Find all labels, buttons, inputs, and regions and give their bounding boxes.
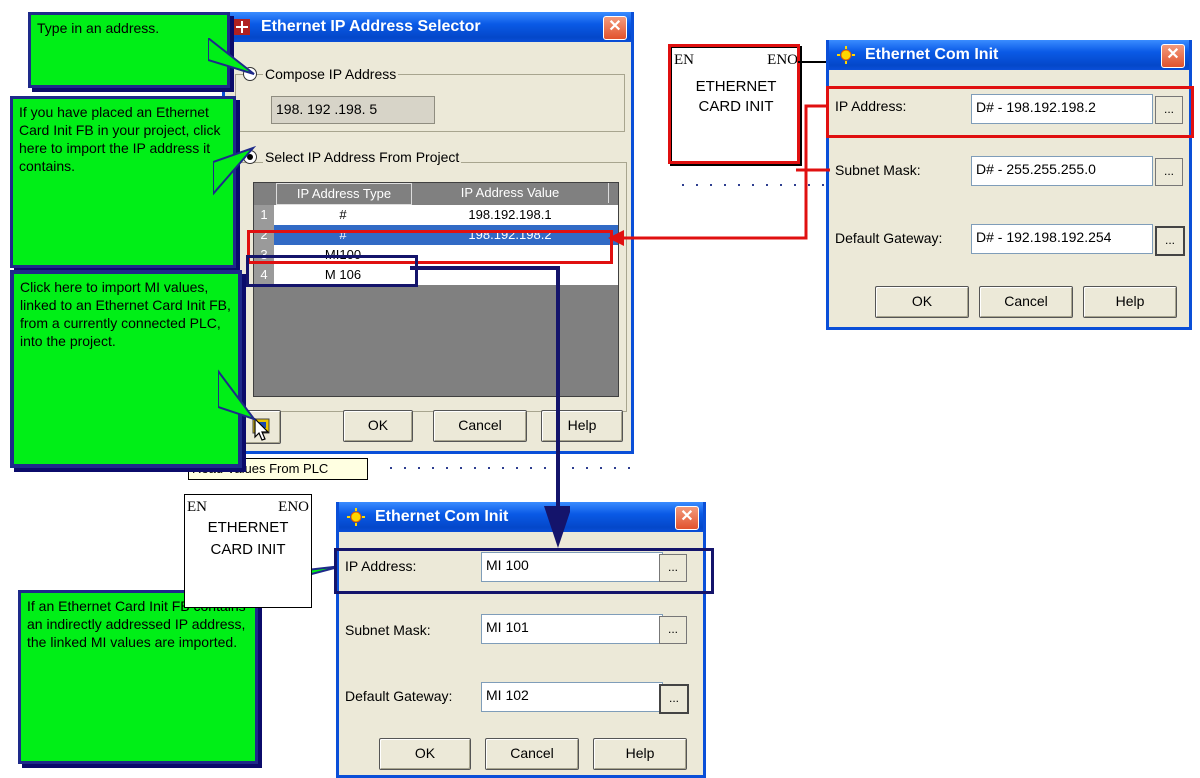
compose-ip-input[interactable]: 198. 192 .198. 5 <box>271 96 435 124</box>
callout-pointer <box>208 38 255 75</box>
close-icon[interactable]: ✕ <box>1161 44 1185 68</box>
row-type: # <box>339 207 347 222</box>
fb-name-line1: ETHERNET <box>207 519 289 536</box>
ok-button[interactable]: OK <box>379 738 471 770</box>
compose-label: Compose IP Address <box>263 66 399 82</box>
row-value: 198.192.198.1 <box>468 207 552 222</box>
selector-titlebar[interactable]: Ethernet IP Address Selector <box>225 12 631 42</box>
red-arrow-connector <box>608 104 830 246</box>
cancel-button[interactable]: Cancel <box>979 286 1073 318</box>
selector-title: Ethernet IP Address Selector <box>261 18 481 35</box>
default-gateway-field[interactable]: D# - 192.198.192.254 <box>971 224 1153 254</box>
gateway-browse-button[interactable]: ... <box>659 684 689 714</box>
sun-icon <box>837 46 855 64</box>
blue-arrow-connector <box>410 266 570 548</box>
default-gateway-label: Default Gateway: <box>345 688 453 704</box>
subnet-browse-button[interactable]: ... <box>659 616 687 644</box>
ethernet-com-init-dialog-top: Ethernet Com Init ✕ IP Address: D# - 198… <box>826 40 1192 330</box>
ok-button[interactable]: OK <box>875 286 969 318</box>
fb-eno-pin: ENO <box>278 499 309 515</box>
subnet-mask-label: Subnet Mask: <box>835 162 921 178</box>
subnet-mask-field[interactable]: MI 101 <box>481 614 663 644</box>
fb-en-pin: EN <box>187 499 207 515</box>
table-row[interactable]: 1 # 198.192.198.1 <box>254 205 618 225</box>
close-icon[interactable]: ✕ <box>603 16 627 40</box>
ip-field-highlight <box>826 86 1194 138</box>
help-button[interactable]: Help <box>593 738 687 770</box>
help-button[interactable]: Help <box>1083 286 1177 318</box>
callout-select-project: If you have placed an Ethernet Card Init… <box>10 96 236 268</box>
cancel-button[interactable]: Cancel <box>485 738 579 770</box>
row-number: 1 <box>254 205 274 225</box>
subnet-mask-field[interactable]: D# - 255.255.255.0 <box>971 156 1153 186</box>
grid-col-value[interactable]: IP Address Value <box>412 183 609 203</box>
mi-row-highlight <box>246 255 418 287</box>
grid-header: IP Address Type IP Address Value <box>254 183 618 205</box>
fb-name-line2: CARD INIT <box>210 541 286 558</box>
callout-pointer <box>218 369 257 421</box>
com-init-titlebar[interactable]: Ethernet Com Init <box>829 40 1189 70</box>
callout-pointer <box>213 146 257 196</box>
gateway-browse-button[interactable]: ... <box>1155 226 1185 256</box>
default-gateway-label: Default Gateway: <box>835 230 943 246</box>
subnet-browse-button[interactable]: ... <box>1155 158 1183 186</box>
subnet-mask-label: Subnet Mask: <box>345 622 431 638</box>
callout-type-address: Type in an address. <box>28 12 230 88</box>
ip-field-highlight-blue <box>334 548 714 594</box>
close-icon[interactable]: ✕ <box>675 506 699 530</box>
callout-import-mi: Click here to import MI values, linked t… <box>10 270 242 468</box>
ethernet-card-init-block-bottom[interactable]: EN ENO ETHERNET CARD INIT <box>184 494 312 608</box>
sun-icon <box>347 508 365 526</box>
grid-col-type[interactable]: IP Address Type <box>276 183 412 205</box>
com-init-title: Ethernet Com Init <box>865 46 999 63</box>
default-gateway-field[interactable]: MI 102 <box>481 682 663 712</box>
select-label: Select IP Address From Project <box>263 149 462 165</box>
network-app-icon <box>234 19 250 35</box>
callout-indirect-address: If an Ethernet Card Init FB contains an … <box>18 590 258 764</box>
